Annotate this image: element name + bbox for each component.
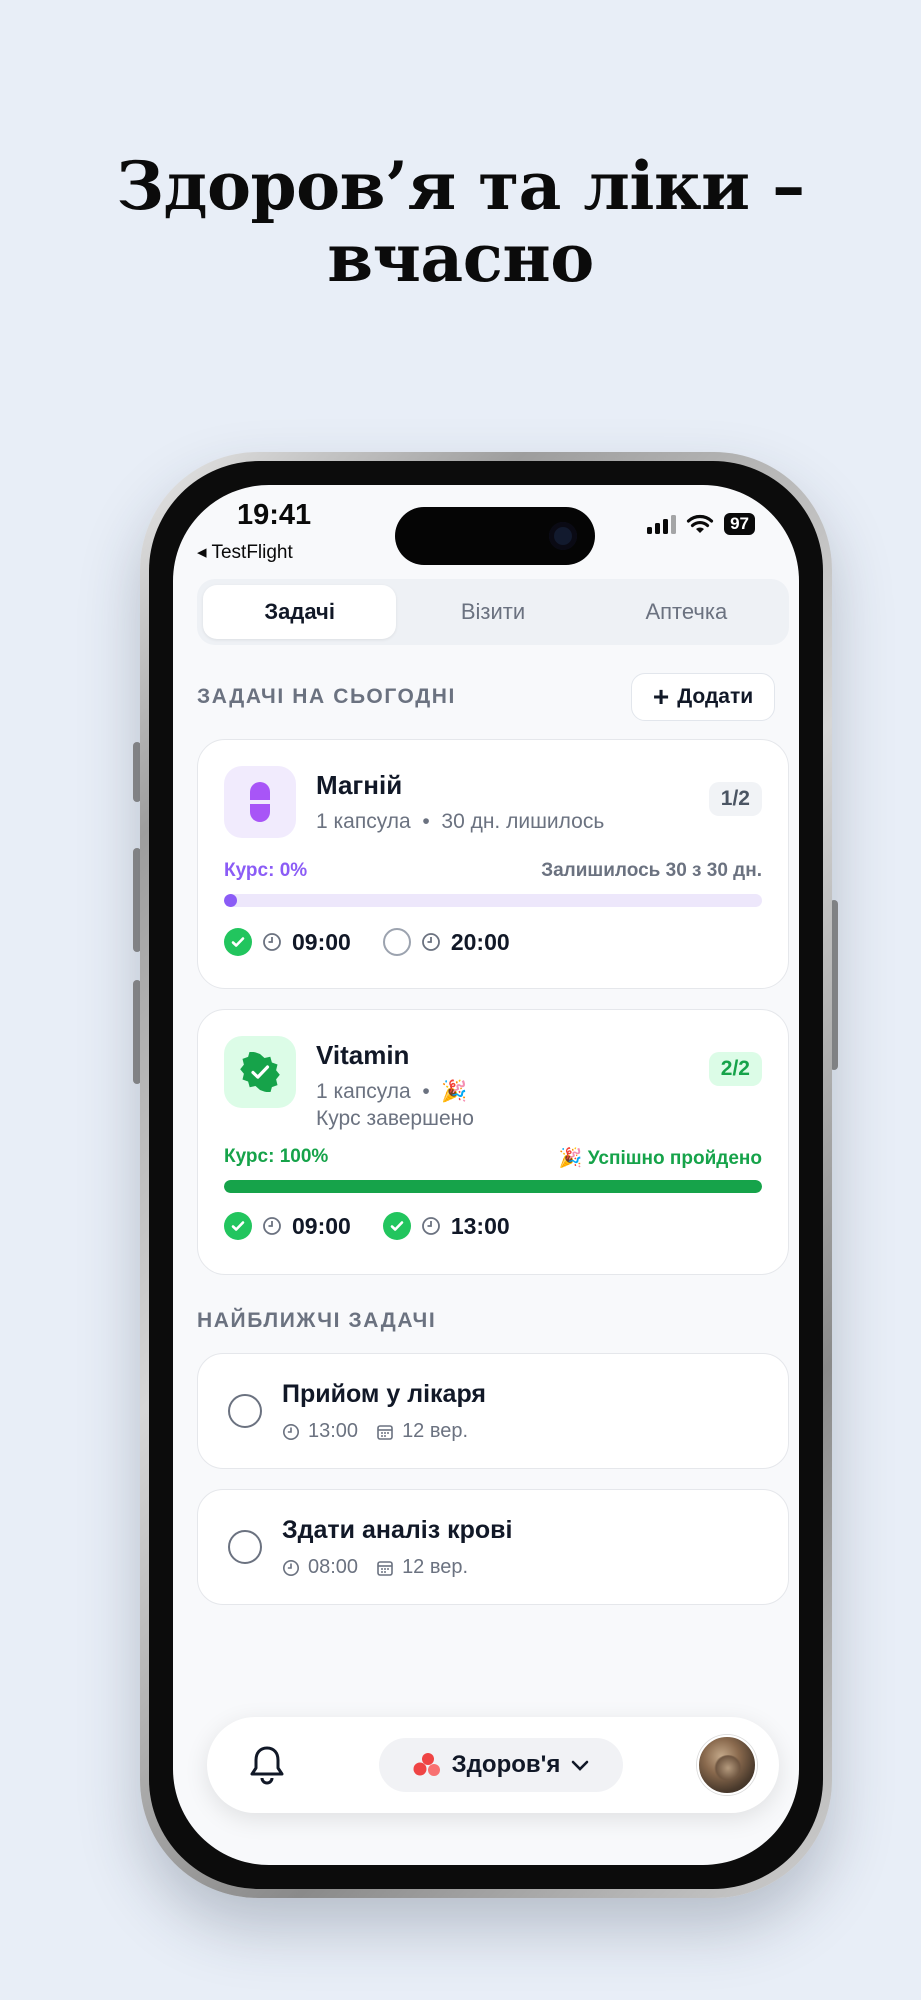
headline-line-2: вчасно — [327, 219, 594, 297]
unchecked-circle-icon[interactable] — [382, 928, 411, 956]
phone-bezel: 19:41 ◂ TestFlight 97 Задачі Візити Апте… — [149, 461, 823, 1889]
clock-icon — [263, 933, 281, 951]
check-icon[interactable] — [382, 1212, 411, 1240]
course-progress-bar — [224, 1180, 762, 1193]
chevron-down-icon — [572, 1760, 589, 1771]
task-complete-toggle[interactable] — [228, 1394, 262, 1428]
med-name: Vitamin — [316, 1040, 410, 1070]
tab-pharmacy[interactable]: Аптечка — [590, 585, 783, 639]
tab-visits[interactable]: Візити — [396, 585, 589, 639]
task-meta: 13:00 12 вер. — [282, 1420, 468, 1443]
calendar-icon — [377, 1424, 393, 1440]
dose-schedule: 09:00 13:00 — [224, 1212, 542, 1240]
dose-time: 20:00 — [450, 928, 510, 955]
status-icons: 97 — [647, 513, 755, 535]
task-title: Здати аналіз крові — [282, 1516, 513, 1544]
calendar-icon — [377, 1560, 393, 1576]
med-dose: 1 капсула — [316, 1080, 411, 1103]
task-meta: 08:00 12 вер. — [282, 1556, 468, 1579]
med-card-vitamin[interactable]: Vitamin 1 капсула • 🎉 Курс завершено 2/2… — [197, 1009, 789, 1275]
dose-time: 13:00 — [450, 1212, 510, 1239]
segmented-tabs: Задачі Візити Аптечка — [197, 579, 789, 645]
task-complete-toggle[interactable] — [228, 1530, 262, 1564]
dose-schedule: 09:00 20:00 — [224, 928, 542, 956]
back-to-testflight-link[interactable]: ◂ TestFlight — [197, 541, 293, 564]
dose-slot[interactable]: 09:00 — [224, 1212, 351, 1240]
med-name: Магній — [316, 770, 403, 800]
clock-icon — [421, 933, 440, 951]
med-dose: 1 капсула — [316, 810, 411, 833]
clock-icon — [263, 1217, 281, 1235]
wifi-icon — [686, 514, 714, 533]
course-status: Курс завершено — [316, 1107, 474, 1130]
plus-icon: + — [652, 681, 670, 712]
task-time: 13:00 — [308, 1420, 359, 1442]
separator: • — [422, 810, 430, 833]
course-percent: Курс: 0% — [224, 860, 308, 881]
phone-frame: 19:41 ◂ TestFlight 97 Задачі Візити Апте… — [140, 452, 832, 1898]
dose-time: 09:00 — [292, 928, 351, 955]
task-date: 12 вер. — [402, 1420, 469, 1442]
course-progress-fill — [224, 894, 237, 907]
app-screen: 19:41 ◂ TestFlight 97 Задачі Візити Апте… — [173, 485, 799, 1865]
add-button-label: Додати — [677, 685, 754, 708]
bottom-tab-bar: Здоров'я — [207, 1717, 779, 1813]
dose-slot[interactable]: 20:00 — [382, 928, 510, 956]
check-icon[interactable] — [224, 1212, 252, 1240]
pill-icon — [224, 766, 296, 838]
dose-time: 09:00 — [292, 1212, 351, 1239]
profile-switcher[interactable]: Здоров'я — [379, 1738, 623, 1792]
party-popper-icon: 🎉 — [441, 1080, 468, 1103]
dose-slot[interactable]: 13:00 — [382, 1212, 510, 1240]
battery-indicator: 97 — [724, 513, 755, 535]
course-progress-fill — [224, 1180, 762, 1193]
headline: Здоров’я та ліки – вчасно — [0, 150, 921, 294]
course-progress-labels: Курс: 100% 🎉 Успішно пройдено — [224, 1146, 762, 1170]
task-title: Прийом у лікаря — [282, 1380, 486, 1408]
clock-icon — [282, 1423, 300, 1440]
med-card-magnesium[interactable]: Магній 1 капсула • 30 дн. лишилось 1/2 К… — [197, 739, 789, 989]
clock-icon — [421, 1217, 440, 1235]
med-details: 1 капсула • 🎉 Курс завершено — [316, 1078, 474, 1132]
avatar[interactable] — [697, 1735, 757, 1795]
headline-line-1: Здоров’я та ліки – — [116, 147, 805, 225]
cellular-signal-icon — [647, 514, 677, 534]
task-time: 08:00 — [308, 1556, 359, 1578]
verified-badge-icon — [224, 1036, 296, 1108]
separator: • — [422, 1080, 430, 1103]
upcoming-section-title: НАЙБЛИЖЧІ ЗАДАЧІ — [197, 1309, 437, 1332]
health-drops-icon — [413, 1753, 440, 1776]
course-progress-bar — [224, 894, 762, 907]
check-icon[interactable] — [224, 928, 252, 956]
course-progress-labels: Курс: 0% Залишилось 30 з 30 дн. — [224, 860, 762, 882]
add-task-button[interactable]: + Додати — [631, 673, 775, 721]
upcoming-task[interactable]: Здати аналіз крові 08:00 12 вер. — [197, 1489, 789, 1605]
clock-icon — [282, 1559, 300, 1576]
camera-icon — [549, 522, 577, 550]
today-section-title: ЗАДАЧІ НА СЬОГОДНІ — [197, 685, 456, 708]
dose-slot[interactable]: 09:00 — [224, 928, 351, 956]
dose-count-badge: 1/2 — [708, 782, 762, 816]
status-time: 19:41 — [237, 499, 312, 531]
course-percent: Курс: 100% — [224, 1146, 329, 1167]
dose-count-badge: 2/2 — [708, 1052, 762, 1086]
bell-icon[interactable] — [247, 1743, 287, 1787]
dynamic-island — [395, 507, 595, 565]
med-details: 1 капсула • 30 дн. лишилось — [316, 808, 604, 835]
upcoming-task[interactable]: Прийом у лікаря 13:00 12 вер. — [197, 1353, 789, 1469]
task-date: 12 вер. — [402, 1556, 469, 1578]
med-days-left: 30 дн. лишилось — [441, 810, 605, 833]
course-remaining: Залишилось 30 з 30 дн. — [541, 860, 762, 881]
tab-tasks[interactable]: Задачі — [203, 585, 397, 639]
course-success: 🎉 Успішно пройдено — [558, 1148, 762, 1169]
profile-label: Здоров'я — [451, 1751, 561, 1778]
